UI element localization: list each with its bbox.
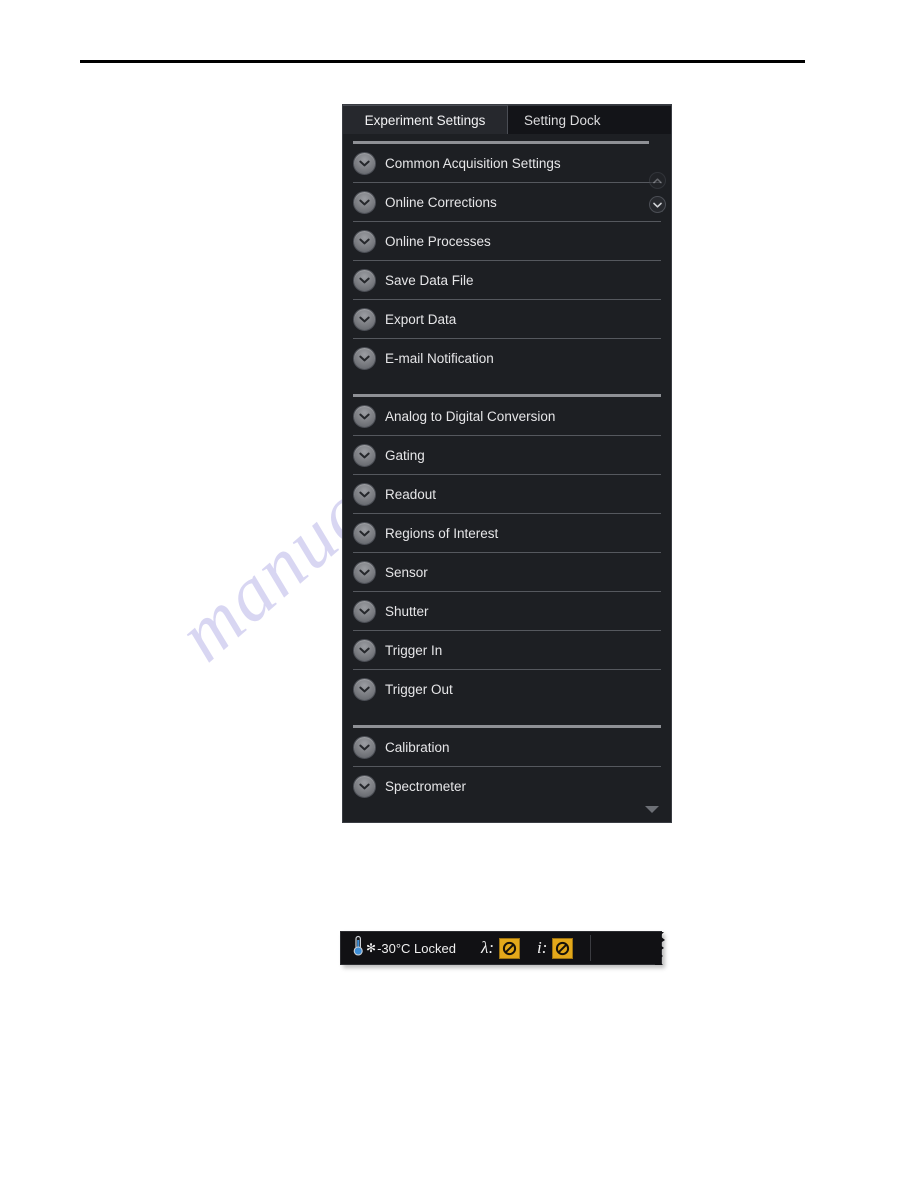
setting-row-label: Trigger In [385, 642, 443, 658]
chevron-down-circle-icon[interactable] [353, 521, 376, 545]
setting-row-label: Spectrometer [385, 778, 467, 794]
scroll-button-group [647, 172, 667, 213]
setting-row-common-acquisition-settings[interactable]: Common Acquisition Settings [343, 144, 671, 182]
setting-row-regions-of-interest[interactable]: Regions of Interest [343, 514, 671, 552]
setting-row-save-data-file[interactable]: Save Data File [343, 261, 671, 299]
intensity-status[interactable]: i: [529, 932, 582, 964]
setting-row-label: Analog to Digital Conversion [385, 408, 556, 424]
setting-row-analog-to-digital-conversion[interactable]: Analog to Digital Conversion [343, 397, 671, 435]
chevron-down-circle-icon[interactable] [353, 268, 376, 292]
setting-row-shutter[interactable]: Shutter [343, 592, 671, 630]
setting-row-spectrometer[interactable]: Spectrometer [343, 767, 671, 805]
setting-row-e-mail-notification[interactable]: E-mail Notification [343, 339, 671, 377]
chevron-down-circle-icon[interactable] [353, 346, 376, 370]
setting-row-readout[interactable]: Readout [343, 475, 671, 513]
triangle-down-icon[interactable] [645, 806, 659, 813]
setting-row-sensor[interactable]: Sensor [343, 553, 671, 591]
setting-row-label: Readout [385, 486, 437, 502]
setting-row-calibration[interactable]: Calibration [343, 728, 671, 766]
chevron-up-icon [652, 177, 662, 184]
setting-row-trigger-out[interactable]: Trigger Out [343, 670, 671, 708]
status-divider [590, 935, 592, 961]
chevron-down-circle-icon[interactable] [353, 482, 376, 506]
tab-setting-dock-label: Setting Dock [524, 112, 601, 128]
settings-list: Common Acquisition Settings Online Corre… [343, 134, 671, 822]
no-entry-icon[interactable] [552, 937, 574, 959]
group-gap [343, 708, 671, 725]
setting-row-online-processes[interactable]: Online Processes [343, 222, 671, 260]
group-gap [343, 377, 671, 394]
setting-row-label: Online Processes [385, 233, 491, 249]
scroll-up-button[interactable] [648, 172, 666, 189]
chevron-down-circle-icon[interactable] [353, 638, 376, 662]
tab-experiment-settings-label: Experiment Settings [364, 112, 486, 128]
status-bar-torn-edge [655, 932, 669, 965]
setting-row-label: Trigger Out [385, 681, 453, 697]
setting-row-label: Calibration [385, 739, 450, 755]
chevron-down-circle-icon[interactable] [353, 443, 376, 467]
tab-strip: Experiment Settings Setting Dock [343, 105, 671, 134]
no-entry-icon[interactable] [499, 937, 521, 959]
setting-row-label: Online Corrections [385, 194, 497, 210]
hardware-group: Analog to Digital Conversion Gating Read… [343, 397, 671, 708]
camera-status-bar: ✻ -30°C Locked λ: i: [340, 931, 662, 965]
setting-row-label: Export Data [385, 311, 457, 327]
wavelength-status[interactable]: λ: [465, 932, 529, 964]
temperature-value: -30°C Locked [377, 940, 456, 956]
chevron-down-circle-icon[interactable] [353, 560, 376, 584]
tab-setting-dock[interactable]: Setting Dock [508, 105, 671, 134]
experiment-settings-panel: Experiment Settings Setting Dock Common … [342, 104, 672, 823]
instrument-group: Calibration Spectrometer [343, 728, 671, 805]
wavelength-symbol: λ: [480, 938, 495, 957]
temperature-status[interactable]: ✻ -30°C Locked [341, 932, 465, 964]
list-top-rule [353, 141, 649, 144]
setting-row-label: Common Acquisition Settings [385, 155, 561, 171]
chevron-down-icon [652, 202, 662, 208]
setting-row-label: Regions of Interest [385, 525, 499, 541]
chevron-down-circle-icon[interactable] [353, 599, 376, 623]
setting-row-label: Sensor [385, 564, 428, 580]
chevron-down-circle-icon[interactable] [353, 229, 376, 253]
panel-body: Common Acquisition Settings Online Corre… [343, 134, 671, 822]
acquisition-group: Common Acquisition Settings Online Corre… [343, 144, 671, 377]
setting-row-label: Shutter [385, 603, 429, 619]
setting-row-label: E-mail Notification [385, 350, 494, 366]
chevron-down-circle-icon[interactable] [353, 307, 376, 331]
chevron-down-circle-icon[interactable] [353, 151, 376, 175]
chevron-down-circle-icon[interactable] [353, 404, 376, 428]
thermometer-icon [352, 935, 365, 961]
intensity-symbol: i: [537, 938, 548, 957]
setting-row-label: Gating [385, 447, 425, 463]
scroll-down-button[interactable] [648, 196, 666, 213]
setting-row-export-data[interactable]: Export Data [343, 300, 671, 338]
setting-row-label: Save Data File [385, 272, 474, 288]
setting-row-gating[interactable]: Gating [343, 436, 671, 474]
page-header-rule [80, 60, 805, 63]
tab-experiment-settings[interactable]: Experiment Settings [343, 105, 508, 134]
setting-row-trigger-in[interactable]: Trigger In [343, 631, 671, 669]
setting-row-online-corrections[interactable]: Online Corrections [343, 183, 671, 221]
chevron-down-circle-icon[interactable] [353, 677, 376, 701]
chevron-down-circle-icon[interactable] [353, 735, 376, 759]
chevron-down-circle-icon[interactable] [353, 190, 376, 214]
chevron-down-circle-icon[interactable] [353, 774, 376, 798]
snowflake-icon: ✻ [366, 941, 377, 955]
